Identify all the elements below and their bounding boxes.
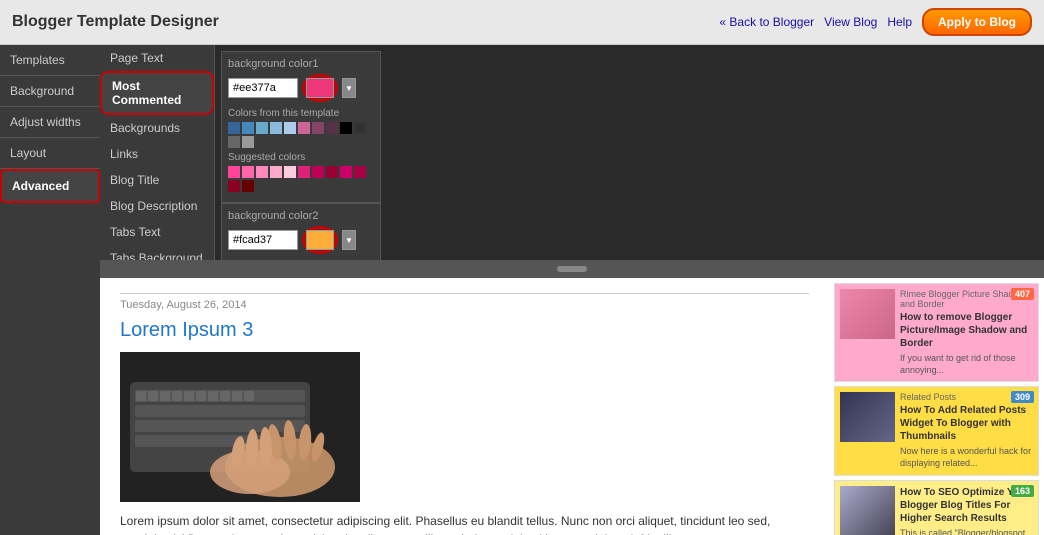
color-panel-title-2: background color2 bbox=[228, 210, 374, 222]
blog-card-count: 407 bbox=[1011, 288, 1034, 300]
suggested-color-dot[interactable] bbox=[354, 166, 366, 178]
suggested-color-dot[interactable] bbox=[312, 166, 324, 178]
suggested-color-dot[interactable] bbox=[298, 166, 310, 178]
sidebar-item-layout[interactable]: Layout bbox=[0, 138, 100, 169]
view-blog-link[interactable]: View Blog bbox=[824, 15, 877, 29]
template-color-dot[interactable] bbox=[298, 122, 310, 134]
main-container: Templates Background Adjust widths Layou… bbox=[0, 45, 1044, 535]
color-panels: background color1 ▼ Colors from this tem… bbox=[215, 45, 1044, 260]
header: Blogger Template Designer « Back to Blog… bbox=[0, 0, 1044, 45]
sidebar-item-advanced[interactable]: Advanced bbox=[0, 169, 100, 203]
content-area: Page Text Most Commented Backgrounds Lin… bbox=[100, 45, 1044, 535]
color-panel-title-1: background color1 bbox=[228, 58, 374, 70]
color-swatch-circle-2 bbox=[302, 226, 338, 254]
color-hex-input-2[interactable] bbox=[228, 230, 298, 250]
blog-card-thumb bbox=[840, 392, 895, 442]
suggested-color-dot[interactable] bbox=[228, 180, 240, 192]
sub-nav-most-commented[interactable]: Most Commented bbox=[100, 71, 214, 115]
apply-to-blog-button[interactable]: Apply to Blog bbox=[922, 8, 1032, 36]
sub-nav-blog-description[interactable]: Blog Description bbox=[100, 193, 214, 219]
suggested-color-dot[interactable] bbox=[284, 166, 296, 178]
color-input-row-2: ▼ bbox=[228, 226, 374, 254]
template-color-dot[interactable] bbox=[228, 122, 240, 134]
blog-card-desc: Now here is a wonderful hack for display… bbox=[900, 446, 1033, 469]
blog-card[interactable]: Related Posts How To Add Related Posts W… bbox=[834, 386, 1039, 475]
template-colors-label-1: Colors from this template bbox=[228, 108, 374, 119]
suggested-color-grid-1 bbox=[228, 166, 374, 192]
sub-nav-backgrounds[interactable]: Backgrounds bbox=[100, 115, 214, 141]
color-panel-1: background color1 ▼ Colors from this tem… bbox=[221, 51, 381, 203]
blog-card-count: 163 bbox=[1011, 485, 1034, 497]
blog-card[interactable]: How To SEO Optimize Your Blogger Blog Ti… bbox=[834, 480, 1039, 535]
sub-nav-links[interactable]: Links bbox=[100, 141, 214, 167]
template-color-grid-1 bbox=[228, 122, 374, 148]
blog-card-desc: This is called "Blogger/blogspot Title S… bbox=[900, 528, 1033, 535]
preview-area: Tuesday, August 26, 2014 Lorem Ipsum 3 bbox=[100, 278, 1044, 535]
blog-text: Lorem ipsum dolor sit amet, consectetur … bbox=[120, 512, 809, 535]
blog-image bbox=[120, 352, 360, 502]
suggested-color-dot[interactable] bbox=[340, 166, 352, 178]
sub-nav: Page Text Most Commented Backgrounds Lin… bbox=[100, 45, 215, 260]
sidebar-item-adjust-widths[interactable]: Adjust widths bbox=[0, 107, 100, 138]
back-to-blogger-link[interactable]: « Back to Blogger bbox=[719, 15, 814, 29]
template-color-dot[interactable] bbox=[312, 122, 324, 134]
blog-card-thumb bbox=[840, 486, 895, 535]
color-swatch-btn-1[interactable] bbox=[306, 78, 334, 98]
color-panel-2: background color2 ▼ Colors from this tem… bbox=[221, 203, 381, 260]
blog-title: Lorem Ipsum 3 bbox=[120, 319, 809, 342]
color-input-row-1: ▼ bbox=[228, 74, 374, 102]
blog-card-content: Related Posts How To Add Related Posts W… bbox=[900, 392, 1033, 469]
header-links: « Back to Blogger View Blog Help Apply t… bbox=[719, 8, 1032, 36]
sub-nav-tabs-background[interactable]: Tabs Background bbox=[100, 245, 214, 260]
color-swatch-arrow-1[interactable]: ▼ bbox=[342, 78, 356, 98]
sidebar-item-templates[interactable]: Templates bbox=[0, 45, 100, 76]
template-color-dot[interactable] bbox=[284, 122, 296, 134]
top-panel: Page Text Most Commented Backgrounds Lin… bbox=[100, 45, 1044, 260]
suggested-label-1: Suggested colors bbox=[228, 152, 374, 163]
suggested-color-dot[interactable] bbox=[270, 166, 282, 178]
template-color-dot[interactable] bbox=[326, 122, 338, 134]
blog-card-count: 309 bbox=[1011, 391, 1034, 403]
color-swatch-arrow-2[interactable]: ▼ bbox=[342, 230, 356, 250]
blog-card[interactable]: Rimee Blogger Picture Shadows and Border… bbox=[834, 283, 1039, 382]
suggested-color-dot[interactable] bbox=[242, 166, 254, 178]
blog-card-content: Rimee Blogger Picture Shadows and Border… bbox=[900, 289, 1033, 376]
sub-nav-page-text[interactable]: Page Text bbox=[100, 45, 214, 71]
blog-date: Tuesday, August 26, 2014 bbox=[120, 293, 809, 311]
template-color-dot[interactable] bbox=[228, 136, 240, 148]
template-color-dot[interactable] bbox=[242, 122, 254, 134]
template-color-dot[interactable] bbox=[242, 136, 254, 148]
suggested-color-dot[interactable] bbox=[242, 180, 254, 192]
color-swatch-circle-1 bbox=[302, 74, 338, 102]
blog-card-desc: If you want to get rid of those annoying… bbox=[900, 353, 1033, 376]
blog-sidebar: Rimee Blogger Picture Shadows and Border… bbox=[829, 278, 1044, 535]
color-swatch-btn-2[interactable] bbox=[306, 230, 334, 250]
suggested-color-dot[interactable] bbox=[256, 166, 268, 178]
keyboard-image bbox=[120, 352, 360, 502]
sidebar: Templates Background Adjust widths Layou… bbox=[0, 45, 100, 535]
blog-card-title: How to remove Blogger Picture/Image Shad… bbox=[900, 311, 1033, 350]
help-link[interactable]: Help bbox=[887, 15, 912, 29]
blog-card-thumb bbox=[840, 289, 895, 339]
blog-preview: Tuesday, August 26, 2014 Lorem Ipsum 3 bbox=[100, 278, 829, 535]
panel-divider bbox=[100, 260, 1044, 278]
sub-nav-tabs-text[interactable]: Tabs Text bbox=[100, 219, 214, 245]
suggested-color-dot[interactable] bbox=[326, 166, 338, 178]
sub-nav-blog-title[interactable]: Blog Title bbox=[100, 167, 214, 193]
sidebar-item-background[interactable]: Background bbox=[0, 76, 100, 107]
template-color-dot[interactable] bbox=[270, 122, 282, 134]
suggested-color-dot[interactable] bbox=[228, 166, 240, 178]
app-title: Blogger Template Designer bbox=[12, 13, 219, 31]
divider-handle bbox=[557, 266, 587, 272]
template-color-dot[interactable] bbox=[340, 122, 352, 134]
blog-card-title: How To Add Related Posts Widget To Blogg… bbox=[900, 404, 1033, 443]
color-hex-input-1[interactable] bbox=[228, 78, 298, 98]
template-color-dot[interactable] bbox=[256, 122, 268, 134]
template-color-dot[interactable] bbox=[354, 122, 366, 134]
